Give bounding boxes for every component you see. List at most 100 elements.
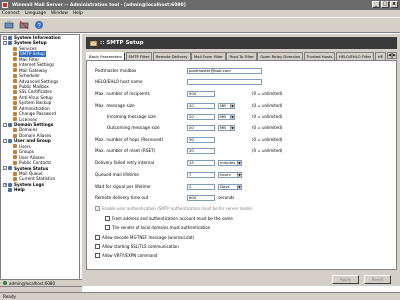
- out-msg-unit-select[interactable]: MB ▼: [218, 124, 235, 131]
- close-button[interactable]: x: [390, 1, 398, 8]
- in-msg-unit-select[interactable]: MB ▼: [218, 113, 235, 120]
- max-msg-unit-select[interactable]: MB ▼: [218, 102, 235, 109]
- help-icon: ?: [35, 21, 43, 30]
- setting-icon: [13, 95, 17, 100]
- apply-button[interactable]: Apply: [332, 275, 359, 284]
- folder-icon: [8, 41, 12, 46]
- tab-basic-parameters[interactable]: Basic Parameters: [86, 52, 125, 60]
- menu-language[interactable]: Language: [25, 11, 46, 16]
- from-same-label: From address and authentication account …: [112, 216, 233, 221]
- tab-scroll-right-icon[interactable]: ▶: [392, 52, 397, 59]
- collapse-icon[interactable]: -: [3, 41, 7, 46]
- setting-icon: [13, 171, 17, 176]
- helo-field[interactable]: [187, 78, 262, 85]
- expand-icon[interactable]: +: [3, 182, 7, 187]
- postmaster-field[interactable]: postmaster@bob.com: [187, 67, 262, 74]
- out-msg-field[interactable]: 20: [187, 124, 215, 131]
- in-msg-label: Incoming message size: [107, 114, 156, 119]
- disconnect-button[interactable]: [18, 19, 30, 31]
- disconnect-icon: [19, 20, 29, 30]
- connected-user: admin@localhost:6080: [0, 279, 82, 286]
- reset-hint: (0 = unlimited): [252, 148, 283, 153]
- folder-icon: [8, 122, 12, 127]
- collapse-icon[interactable]: -: [3, 122, 7, 127]
- tab-rcpt-to-filter[interactable]: Rcpt To Filter: [226, 52, 257, 60]
- setting-icon: [13, 117, 17, 122]
- tab-open-relay-domains[interactable]: Open Relay Domains: [257, 52, 304, 60]
- setting-icon: [13, 111, 17, 116]
- smtp-setup-icon: [90, 40, 97, 46]
- setting-icon: [13, 57, 17, 62]
- max-recipients-field[interactable]: 500: [187, 90, 215, 97]
- user-icon: [3, 281, 7, 285]
- queued-unit-select[interactable]: hours ▼: [218, 171, 242, 178]
- from-same-checkbox[interactable]: From address and authentication account …: [105, 216, 233, 221]
- tab-helo-ehlo-filter[interactable]: HELO/EHLO Filter: [335, 52, 375, 60]
- menu-help[interactable]: Help: [73, 11, 83, 16]
- chevron-down-icon: ▼: [237, 172, 241, 177]
- connect-button[interactable]: [3, 19, 15, 31]
- checkbox-box: [95, 244, 100, 249]
- reset-field[interactable]: 20: [187, 147, 215, 154]
- menu-connect[interactable]: Connect: [2, 11, 20, 16]
- folder-icon: [8, 187, 12, 192]
- delivery-unit-select[interactable]: minutes ▼: [218, 159, 242, 166]
- collapse-icon[interactable]: -: [3, 166, 7, 171]
- delivery-field[interactable]: 15: [187, 159, 215, 166]
- max-msg-label: Max. message size: [95, 103, 135, 108]
- navigation-tree: - System Information - System Setup Services…: [0, 34, 80, 286]
- signal-field[interactable]: 2: [187, 183, 215, 190]
- queued-field[interactable]: 7: [187, 171, 215, 178]
- collapse-icon[interactable]: -: [3, 35, 7, 40]
- tree-item-label: Help: [14, 187, 25, 193]
- collapse-icon[interactable]: -: [3, 139, 7, 144]
- status-bar: Ready: [0, 292, 400, 300]
- connected-user-label: admin@localhost:6080: [9, 280, 56, 286]
- in-msg-field[interactable]: 20: [187, 113, 215, 120]
- auth-required-checkbox[interactable]: Enable user authentication (SMTP authent…: [95, 206, 253, 211]
- reset-button[interactable]: Reset: [364, 275, 391, 284]
- title-bar: Winmail Mail Server -- Administration to…: [0, 0, 400, 10]
- local-auth-checkbox[interactable]: The sender of local domains must authent…: [105, 225, 210, 230]
- decode-tnef-checkbox[interactable]: Allow decode MS-TNEF message (winmail.da…: [95, 235, 194, 240]
- tab-scroll: ◀ ▶: [387, 52, 397, 59]
- queued-unit-value: hours: [220, 171, 231, 177]
- window-title: Winmail Mail Server -- Administration to…: [12, 2, 186, 8]
- signal-unit-select[interactable]: Days ▼: [218, 183, 242, 190]
- maximize-button[interactable]: □: [381, 1, 389, 8]
- starttls-checkbox[interactable]: Allow starting SSL/TLS communication: [95, 244, 179, 249]
- tab-remote-delivery[interactable]: Remote Delivery: [152, 52, 191, 60]
- decode-tnef-label: Allow decode MS-TNEF message (winmail.da…: [102, 235, 195, 240]
- window-controls: _ □ x: [372, 1, 398, 8]
- panel-header: :: SMTP Setup: [86, 37, 397, 49]
- folder-icon: [8, 35, 12, 40]
- menu-window[interactable]: Window: [51, 11, 68, 16]
- tab-trusted-hosts[interactable]: Trusted Hosts: [303, 52, 336, 60]
- tree-item[interactable]: Help: [1, 187, 79, 192]
- vrfy-checkbox[interactable]: Allow VRFY/EXPN command: [95, 253, 157, 258]
- auth-required-label: Enable user authentication (SMTP authent…: [102, 206, 253, 211]
- reset-label: Max. number of reset (RSET): [95, 148, 156, 153]
- minimize-button[interactable]: _: [372, 1, 380, 8]
- tab-he[interactable]: HE: [374, 52, 387, 60]
- max-msg-field[interactable]: 20: [187, 102, 215, 109]
- tab-smtp-filter[interactable]: SMTP Filter: [125, 52, 153, 60]
- menu-bar: Connect Language Window Help: [0, 10, 400, 17]
- chevron-down-icon: ▼: [237, 160, 241, 165]
- hops-field[interactable]: 30: [187, 136, 215, 143]
- panel-title: :: SMTP Setup: [100, 40, 144, 46]
- help-button[interactable]: ?: [33, 19, 45, 31]
- starttls-label: Allow starting SSL/TLS communication: [102, 244, 179, 249]
- max-recipients-hint: (0 = unlimited): [252, 91, 283, 96]
- timeout-field[interactable]: 600: [187, 194, 215, 201]
- tab-mail-from-filter[interactable]: Mail From Filter: [191, 52, 226, 60]
- out-msg-label: Outcoming message size: [107, 125, 160, 130]
- queued-label: Queued mail lifetime: [95, 172, 139, 177]
- status-text: Ready: [3, 294, 16, 299]
- connect-icon: [4, 21, 14, 29]
- in-msg-unit-value: MB: [220, 113, 226, 119]
- checkbox-box: [105, 216, 110, 221]
- content-area: :: SMTP Setup Basic Parameters SMTP Filt…: [82, 34, 400, 286]
- checkbox-box: [95, 206, 100, 211]
- max-msg-hint: (0 = unlimited): [252, 103, 283, 108]
